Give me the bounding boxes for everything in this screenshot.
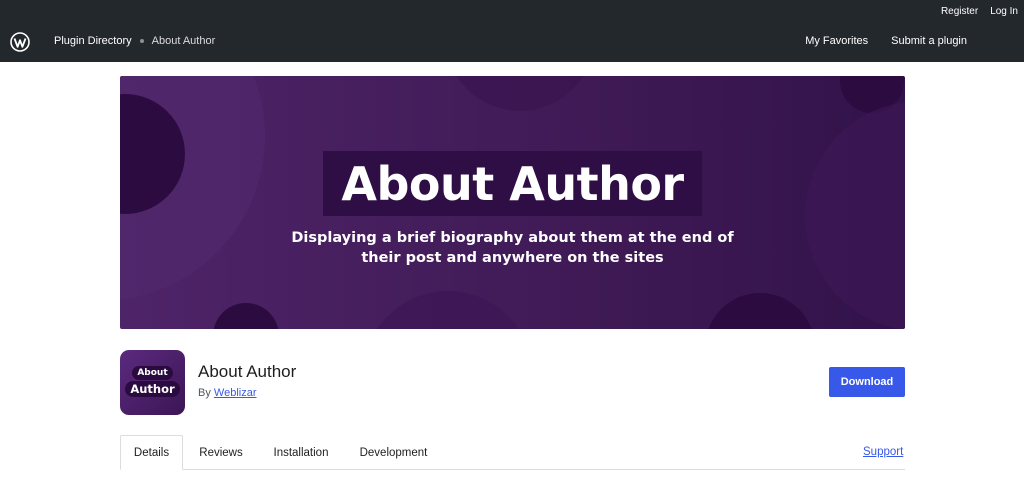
- header-nav: My Favorites Submit a plugin: [805, 35, 967, 47]
- plugin-icon: About Author: [120, 350, 185, 415]
- tab-development[interactable]: Development: [352, 435, 435, 470]
- tab-installation[interactable]: Installation: [266, 435, 336, 470]
- wordpress-logo-icon[interactable]: [10, 32, 30, 52]
- submit-plugin-link[interactable]: Submit a plugin: [891, 35, 967, 47]
- tab-reviews[interactable]: Reviews: [192, 435, 250, 470]
- breadcrumb: Plugin Directory About Author: [54, 35, 215, 47]
- breadcrumb-separator: [139, 39, 144, 43]
- author-link[interactable]: Weblizar: [214, 387, 257, 399]
- plugin-icon-line2: Author: [125, 381, 180, 397]
- plugin-author: By Weblizar: [198, 387, 257, 399]
- banner-title: About Author: [341, 156, 684, 211]
- plugin-banner: About Author Displaying a brief biograph…: [120, 76, 905, 329]
- breadcrumb-plugin-directory[interactable]: Plugin Directory: [54, 35, 132, 47]
- site-header: Plugin Directory About Author Register L…: [0, 0, 1024, 62]
- register-link[interactable]: Register: [941, 6, 978, 17]
- breadcrumb-current: About Author: [151, 35, 216, 47]
- plugin-title: About Author: [198, 362, 297, 381]
- plugin-icon-line1: About: [132, 366, 173, 380]
- banner-subtitle: Displaying a brief biography about them …: [291, 230, 734, 266]
- download-button[interactable]: Download: [829, 367, 905, 397]
- login-link[interactable]: Log In: [990, 6, 1018, 17]
- author-prefix: By: [198, 387, 211, 399]
- account-links: Register Log In: [941, 6, 1018, 17]
- support-link[interactable]: Support: [863, 446, 903, 458]
- banner-title-box: About Author: [323, 151, 702, 216]
- tab-details[interactable]: Details: [120, 435, 183, 470]
- my-favorites-link[interactable]: My Favorites: [805, 35, 868, 47]
